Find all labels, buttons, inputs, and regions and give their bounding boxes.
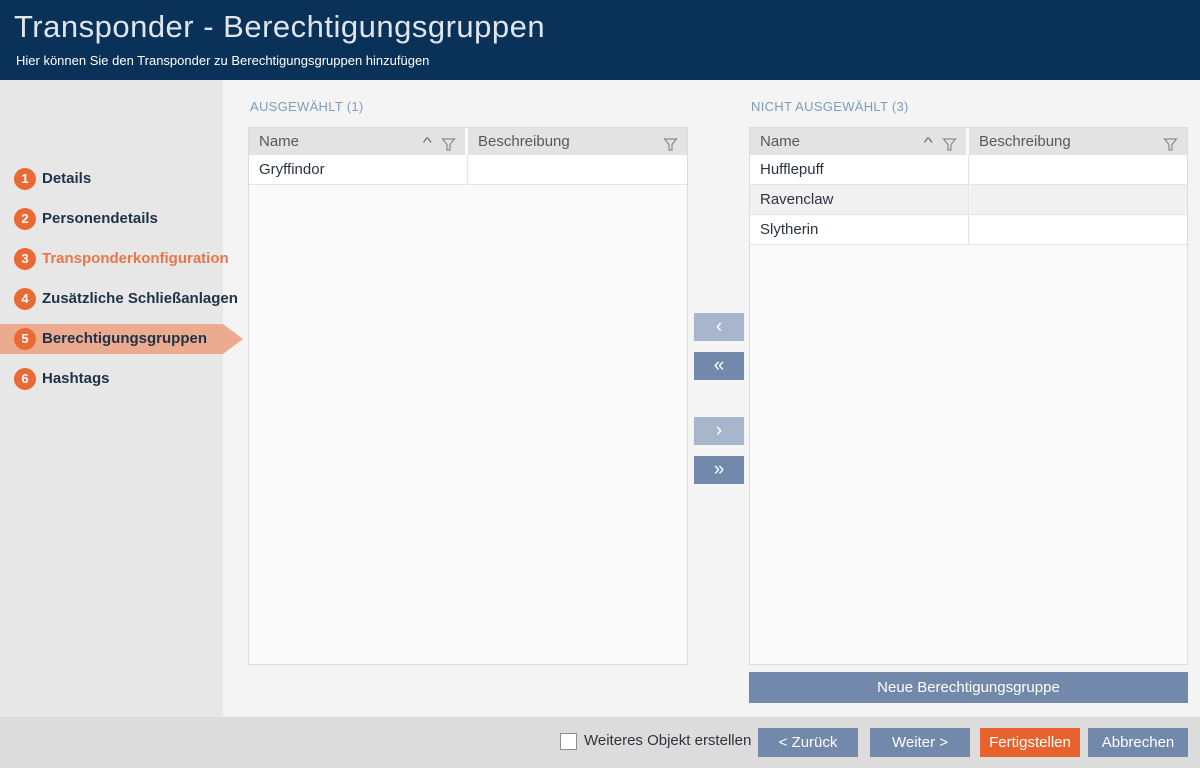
selected-table-header: Name ^ Beschreibung xyxy=(249,128,687,155)
step-label: Berechtigungsgruppen xyxy=(42,324,207,354)
unselected-groups-table: Name ^ Beschreibung Hufflepuff Ravenclaw… xyxy=(749,127,1188,665)
table-row-slytherin[interactable]: Slytherin xyxy=(750,215,1187,245)
cell-name: Hufflepuff xyxy=(750,155,969,185)
selected-column-header-description[interactable]: Beschreibung xyxy=(468,128,687,155)
step-zusaetzliche-schliessanlagen[interactable]: 4 Zusätzliche Schließanlagen xyxy=(0,284,223,314)
step-label: Zusätzliche Schließanlagen xyxy=(42,284,238,314)
step-number-badge: 6 xyxy=(14,368,36,390)
unselected-panel-label: NICHT AUSGEWÄHLT (3) xyxy=(751,99,909,114)
cell-name: Slytherin xyxy=(750,215,969,245)
cancel-button[interactable]: Abbrechen xyxy=(1088,728,1188,757)
footer-bar: Weiteres Objekt erstellen < Zurück Weite… xyxy=(0,717,1200,768)
cell-description xyxy=(970,215,1187,245)
unselected-column-header-name[interactable]: Name ^ xyxy=(750,128,966,155)
next-button[interactable]: Weiter > xyxy=(870,728,970,757)
cell-name: Ravenclaw xyxy=(750,185,969,215)
create-another-object-label: Weiteres Objekt erstellen xyxy=(584,732,751,749)
new-authorization-group-button[interactable]: Neue Berechtigungsgruppe xyxy=(749,672,1188,703)
table-row-hufflepuff[interactable]: Hufflepuff xyxy=(750,155,1187,185)
cell-description xyxy=(970,185,1187,215)
move-left-button[interactable]: ‹ xyxy=(694,313,744,341)
table-row-ravenclaw[interactable]: Ravenclaw xyxy=(750,185,1187,215)
step-number-badge: 2 xyxy=(14,208,36,230)
back-button[interactable]: < Zurück xyxy=(758,728,858,757)
unselected-table-header: Name ^ Beschreibung xyxy=(750,128,1187,155)
wizard-header: Transponder - Berechtigungsgruppen Hier … xyxy=(0,0,1200,80)
step-details[interactable]: 1 Details xyxy=(0,164,223,194)
sort-ascending-icon: ^ xyxy=(924,129,933,156)
page-title: Transponder - Berechtigungsgruppen xyxy=(14,9,545,45)
cell-description xyxy=(469,155,687,185)
step-label: Details xyxy=(42,164,91,194)
page-subtitle: Hier können Sie den Transponder zu Berec… xyxy=(16,53,429,68)
create-another-object-checkbox[interactable] xyxy=(560,733,577,750)
unselected-column-header-description[interactable]: Beschreibung xyxy=(969,128,1187,155)
step-transponderkonfiguration[interactable]: 3 Transponderkonfiguration xyxy=(0,244,223,274)
selected-panel-label: AUSGEWÄHLT (1) xyxy=(250,99,364,114)
step-berechtigungsgruppen-active[interactable]: 5 Berechtigungsgruppen xyxy=(0,324,223,354)
step-personendetails[interactable]: 2 Personendetails xyxy=(0,204,223,234)
step-label: Transponderkonfiguration xyxy=(42,244,229,274)
step-hashtags[interactable]: 6 Hashtags xyxy=(0,364,223,394)
selected-column-header-name[interactable]: Name ^ xyxy=(249,128,465,155)
finish-button[interactable]: Fertigstellen xyxy=(980,728,1080,757)
step-number-badge: 3 xyxy=(14,248,36,270)
step-number-badge: 1 xyxy=(14,168,36,190)
move-all-right-button[interactable]: » xyxy=(694,456,744,484)
wizard-sidebar: 1 Details 2 Personendetails 3 Transponde… xyxy=(0,80,223,717)
selected-groups-table: Name ^ Beschreibung Gryffindor xyxy=(248,127,688,665)
cell-description xyxy=(970,155,1187,185)
step-number-badge: 5 xyxy=(14,328,36,350)
cell-name: Gryffindor xyxy=(249,155,468,185)
table-row-gryffindor[interactable]: Gryffindor xyxy=(249,155,687,185)
step-label: Personendetails xyxy=(42,204,158,234)
step-number-badge: 4 xyxy=(14,288,36,310)
move-all-left-button[interactable]: « xyxy=(694,352,744,380)
step-label: Hashtags xyxy=(42,364,110,394)
sort-ascending-icon: ^ xyxy=(423,129,432,156)
move-right-button[interactable]: › xyxy=(694,417,744,445)
